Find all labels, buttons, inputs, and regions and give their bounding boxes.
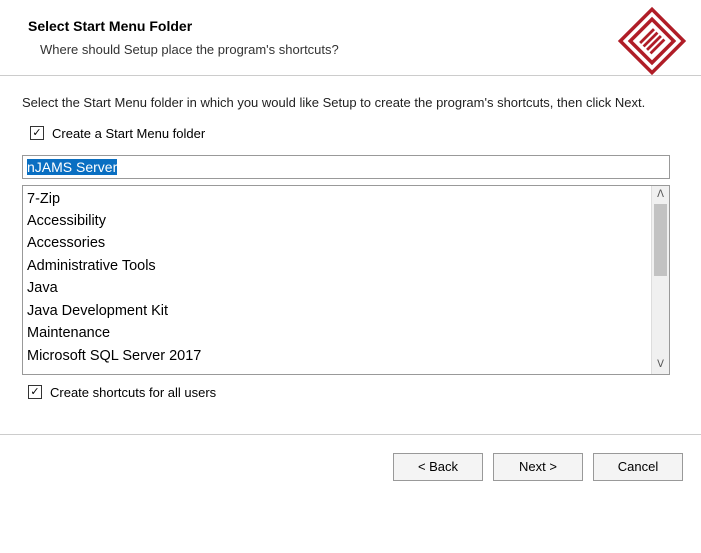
folder-list[interactable]: 7-Zip Accessibility Accessories Administ…: [22, 185, 670, 375]
list-item[interactable]: Java: [27, 277, 647, 299]
wizard-content: Select the Start Menu folder in which yo…: [0, 76, 701, 412]
scroll-down-button[interactable]: ᐯ: [652, 356, 669, 374]
list-item[interactable]: Microsoft SQL Server 2017: [27, 345, 647, 367]
list-item[interactable]: Maintenance: [27, 322, 647, 344]
wizard-footer: < Back Next > Cancel: [0, 435, 701, 499]
folder-name-input[interactable]: nJAMS Server: [22, 155, 670, 179]
list-item[interactable]: 7-Zip: [27, 188, 647, 210]
brand-logo-icon: [617, 6, 687, 76]
list-item[interactable]: Accessories: [27, 232, 647, 254]
scroll-thumb[interactable]: [654, 204, 667, 276]
page-subtitle: Where should Setup place the program's s…: [40, 42, 681, 57]
create-folder-checkbox-label[interactable]: Create a Start Menu folder: [52, 126, 205, 141]
all-users-checkbox-row[interactable]: ✓ Create shortcuts for all users: [28, 385, 679, 400]
folder-list-items[interactable]: 7-Zip Accessibility Accessories Administ…: [23, 186, 651, 374]
wizard-header: Select Start Menu Folder Where should Se…: [0, 0, 701, 76]
list-item[interactable]: Administrative Tools: [27, 255, 647, 277]
create-folder-checkbox[interactable]: ✓: [30, 126, 44, 140]
all-users-checkbox[interactable]: ✓: [28, 385, 42, 399]
scroll-up-button[interactable]: ᐱ: [652, 186, 669, 204]
back-button[interactable]: < Back: [393, 453, 483, 481]
folder-list-scrollbar[interactable]: ᐱ ᐯ: [651, 186, 669, 374]
cancel-button[interactable]: Cancel: [593, 453, 683, 481]
instruction-text: Select the Start Menu folder in which yo…: [22, 94, 679, 112]
list-item[interactable]: Java Development Kit: [27, 300, 647, 322]
next-button[interactable]: Next >: [493, 453, 583, 481]
page-title: Select Start Menu Folder: [28, 18, 681, 34]
list-item[interactable]: Accessibility: [27, 210, 647, 232]
scroll-track[interactable]: [652, 204, 669, 356]
all-users-checkbox-label[interactable]: Create shortcuts for all users: [50, 385, 216, 400]
create-folder-checkbox-row[interactable]: ✓ Create a Start Menu folder: [30, 126, 679, 141]
